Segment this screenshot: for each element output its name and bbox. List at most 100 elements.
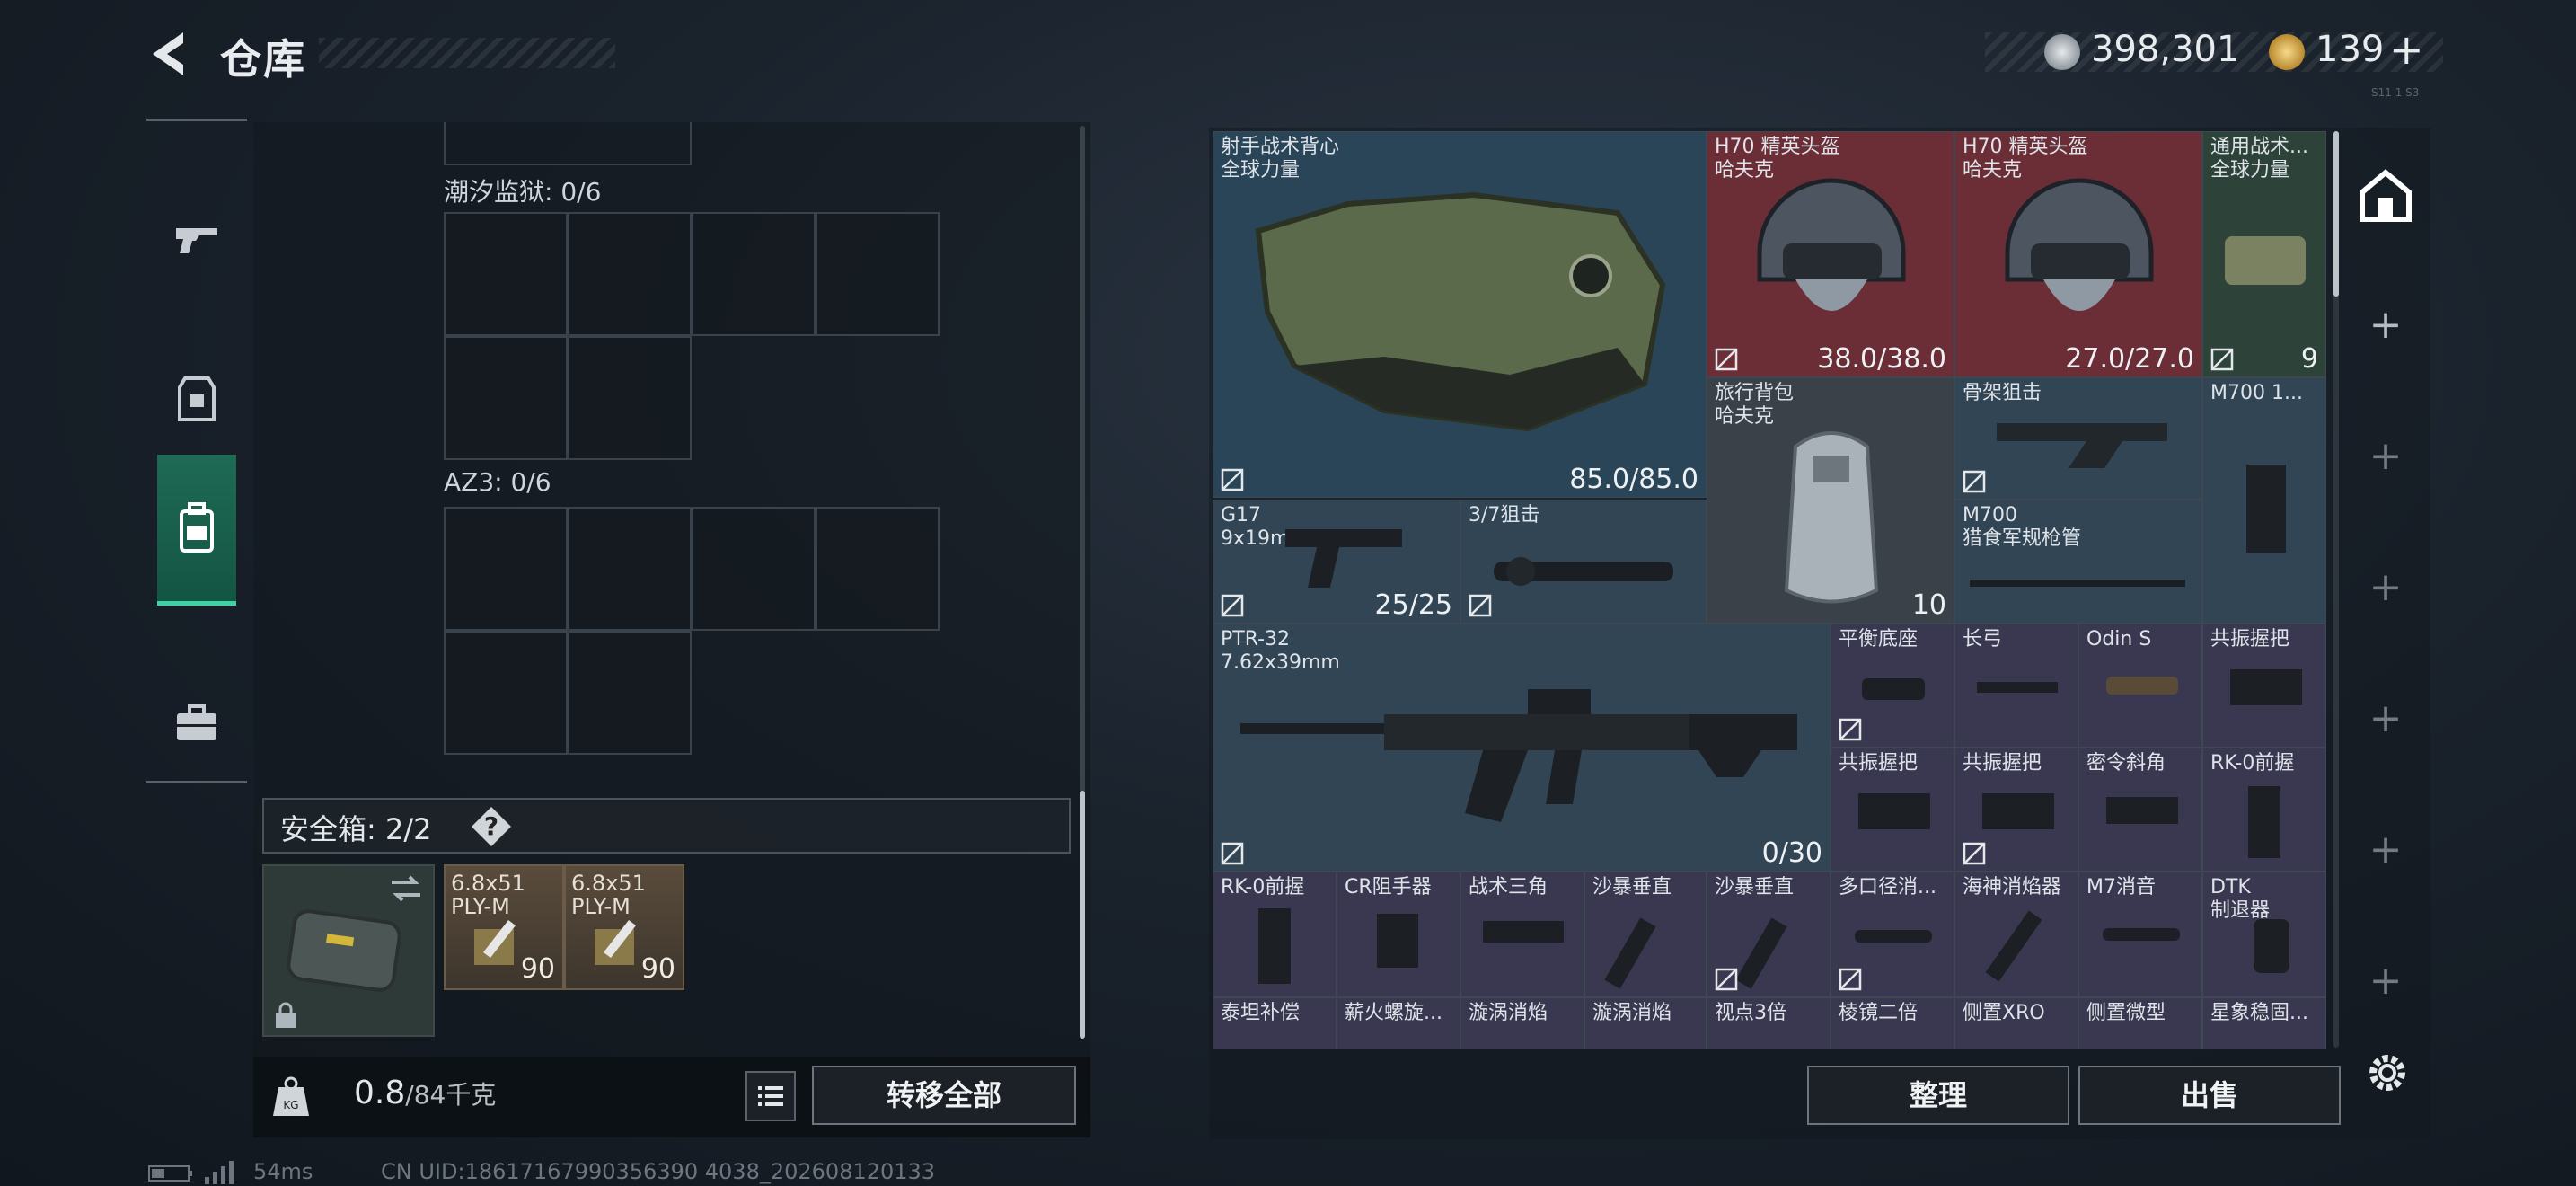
container-slot[interactable] [692, 507, 816, 631]
pistol-item-icon [1285, 529, 1402, 588]
item-attachment[interactable]: 密令斜角 [2078, 748, 2202, 872]
item-attachment[interactable]: 长弓 [1954, 624, 2078, 748]
item-name: M700 1... [2210, 382, 2303, 404]
item-attachment[interactable]: 侧置微型 [2078, 997, 2202, 1049]
item-attachment[interactable]: 泰坦补偿 [1213, 997, 1337, 1049]
item-pouch[interactable]: 通用战术... 全球力量 9 [2202, 131, 2326, 377]
bound-icon [1963, 470, 1986, 493]
attachment-icon [1977, 682, 2058, 693]
swap-icon[interactable] [388, 873, 424, 904]
list-view-button[interactable] [745, 1071, 796, 1121]
back-arrow-icon[interactable] [144, 27, 198, 81]
item-attachment[interactable]: 薪火螺旋... [1337, 997, 1460, 1049]
container-slot[interactable] [444, 631, 568, 755]
item-name: DTK 制退器 [2210, 876, 2271, 922]
item-attachment[interactable]: 沙暴垂直 [1707, 872, 1831, 997]
item-helmet[interactable]: H70 精英头盔 哈夫克 27.0/27.0 [1954, 131, 2202, 377]
sort-button[interactable]: 整理 [1807, 1066, 2069, 1125]
bound-icon [1221, 468, 1244, 491]
bound-icon [1469, 594, 1492, 617]
attachment-icon [2106, 677, 2178, 695]
item-rifle[interactable]: PTR-32 7.62x39mm 0/30 [1213, 624, 1831, 872]
grid-scrollbar-thumb[interactable] [2333, 131, 2339, 296]
attachment-icon [2254, 919, 2289, 973]
item-attachment[interactable]: RK-0前握 [2202, 748, 2326, 872]
container-slot[interactable] [568, 336, 692, 460]
item-attachment[interactable]: 平衡底座 [1831, 624, 1954, 748]
item-attachment[interactable]: 共振握把 [1831, 748, 1954, 872]
tab-armor[interactable] [157, 323, 236, 474]
rifle-icon [1240, 689, 1797, 822]
item-name: 射手战术背心 全球力量 [1221, 136, 1340, 181]
add-page-button[interactable]: + [2344, 564, 2427, 610]
item-attachment[interactable]: M7消音 [2078, 872, 2202, 997]
item-attachment[interactable]: RK-0前握 [1213, 872, 1337, 997]
container-slot[interactable] [816, 507, 940, 631]
item-pistol[interactable]: G17 9x19mm 25/25 [1213, 500, 1460, 624]
item-stock[interactable]: 骨架狙击 [1954, 377, 2202, 500]
safe-box-label: 安全箱: 2/2 [280, 812, 432, 846]
item-durability: 38.0/38.0 [1817, 343, 1946, 375]
safe-case[interactable] [262, 864, 435, 1037]
item-backpack[interactable]: 旅行背包 哈夫克 10 [1707, 377, 1954, 624]
item-magazine[interactable]: M700 1... [2202, 377, 2326, 624]
container-slot[interactable] [692, 212, 816, 336]
item-barrel[interactable]: M700 猎食军规枪管 [1954, 500, 2202, 624]
add-page-button[interactable]: + [2344, 302, 2427, 348]
item-attachment[interactable]: 漩涡消焰 [1460, 997, 1584, 1049]
item-attachment[interactable]: 漩涡消焰 [1584, 997, 1707, 1049]
container-slot[interactable] [444, 507, 568, 631]
container-slot[interactable] [444, 212, 568, 336]
item-ammo: 25/25 [1374, 589, 1452, 621]
add-page-button[interactable]: + [2344, 958, 2427, 1004]
ping-value: 54ms [253, 1159, 313, 1184]
item-name: 战术三角 [1469, 876, 1548, 898]
item-name: 通用战术... 全球力量 [2210, 136, 2308, 181]
weight-capacity: /84千克 [405, 1080, 497, 1110]
item-attachment[interactable]: Odin S [2078, 624, 2202, 748]
add-page-button[interactable]: + [2344, 433, 2427, 479]
item-attachment[interactable]: 共振握把 [2202, 624, 2326, 748]
ammo-item[interactable]: 6.8x51 PLY-M 90 [444, 864, 564, 990]
ammo-item[interactable]: 6.8x51 PLY-M 90 [564, 864, 684, 990]
transfer-all-button[interactable]: 转移全部 [812, 1066, 1076, 1125]
container-slot[interactable] [568, 507, 692, 631]
item-attachment[interactable]: 海神消焰器 [1954, 872, 2078, 997]
item-attachment[interactable]: 视点3倍 [1707, 997, 1831, 1049]
tab-backpack[interactable] [157, 455, 236, 606]
warehouse-home-icon[interactable] [2357, 167, 2414, 225]
item-attachment[interactable]: 棱镜二倍 [1831, 997, 1954, 1049]
item-attachment[interactable]: 多口径消... [1831, 872, 1954, 997]
item-attachment[interactable]: DTK 制退器 [2202, 872, 2326, 997]
bound-icon [1221, 842, 1244, 865]
item-attachment[interactable]: 战术三角 [1460, 872, 1584, 997]
item-attachment[interactable]: 共振握把 [1954, 748, 2078, 872]
item-attachment[interactable]: 沙暴垂直 [1584, 872, 1707, 997]
sell-button[interactable]: 出售 [2078, 1066, 2341, 1125]
container-slot[interactable] [568, 212, 692, 336]
add-page-button[interactable]: + [2344, 827, 2427, 872]
item-attachment[interactable]: 星象稳固... [2202, 997, 2326, 1049]
item-name: 侧置XRO [1963, 1002, 2045, 1024]
add-currency-button[interactable]: + [2389, 25, 2424, 74]
item-name: 共振握把 [1963, 752, 2042, 774]
tab-weapons[interactable] [157, 164, 236, 314]
gear-icon[interactable] [2360, 1046, 2414, 1100]
silver-coin-icon [2044, 34, 2080, 70]
item-attachment[interactable]: 侧置XRO [1954, 997, 2078, 1049]
container-slot[interactable] [568, 631, 692, 755]
left-scrollbar-thumb[interactable] [1080, 791, 1085, 1039]
add-page-button[interactable]: + [2344, 695, 2427, 741]
container-slot[interactable] [444, 336, 568, 460]
item-scope[interactable]: 3/7狙击 [1460, 500, 1707, 624]
item-name: Odin S [2086, 628, 2152, 651]
weight-current: 0.8 [354, 1075, 406, 1111]
item-name: RK-0前握 [1221, 876, 1305, 898]
item-attachment[interactable]: CR阻手器 [1337, 872, 1460, 997]
container-slot[interactable] [816, 212, 940, 336]
item-vest[interactable]: 射手战术背心 全球力量 85.0/85.0 [1213, 131, 1707, 498]
gold-coin-icon [2269, 34, 2305, 70]
tab-cases[interactable] [157, 649, 236, 800]
attachment-icon [1377, 914, 1418, 968]
item-helmet[interactable]: H70 精英头盔 哈夫克 38.0/38.0 [1707, 131, 1954, 377]
